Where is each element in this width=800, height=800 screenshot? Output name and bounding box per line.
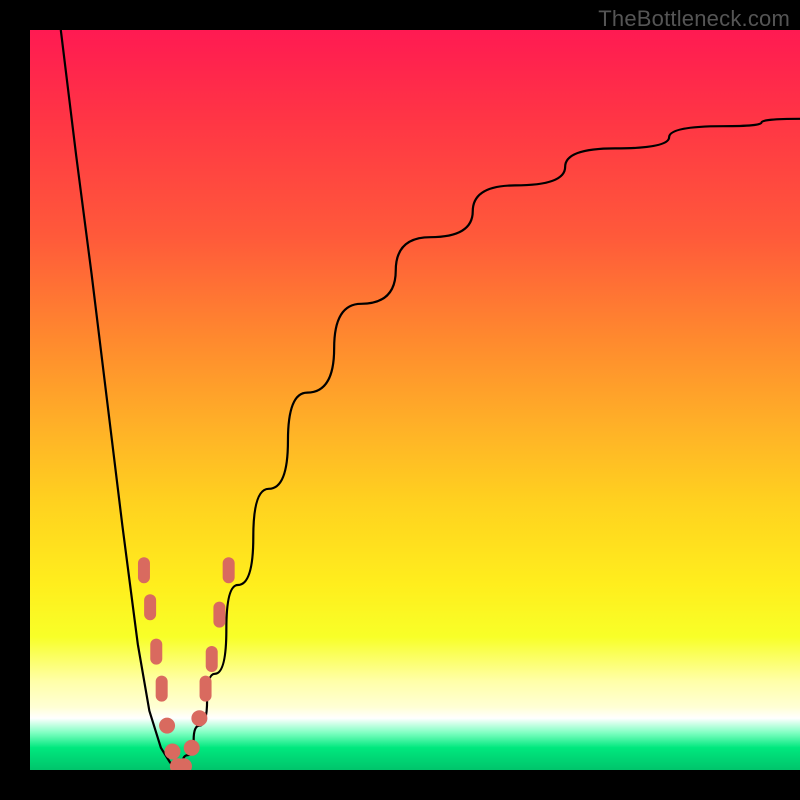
marker-pill	[223, 557, 235, 583]
chart-frame: TheBottleneck.com	[0, 0, 800, 800]
plot-area	[30, 30, 800, 770]
marker-dot	[184, 740, 200, 756]
curve-right-branch	[178, 119, 800, 770]
marker-dot	[191, 710, 207, 726]
marker-pill	[156, 676, 168, 702]
marker-pill	[206, 646, 218, 672]
curve-svg	[30, 30, 800, 770]
watermark-text: TheBottleneck.com	[598, 6, 790, 32]
marker-pill	[144, 594, 156, 620]
marker-pill	[200, 676, 212, 702]
marker-dot	[164, 744, 180, 760]
marker-group	[138, 557, 235, 770]
marker-pill	[150, 639, 162, 665]
marker-dot	[159, 718, 175, 734]
marker-pill	[213, 602, 225, 628]
marker-pill	[138, 557, 150, 583]
